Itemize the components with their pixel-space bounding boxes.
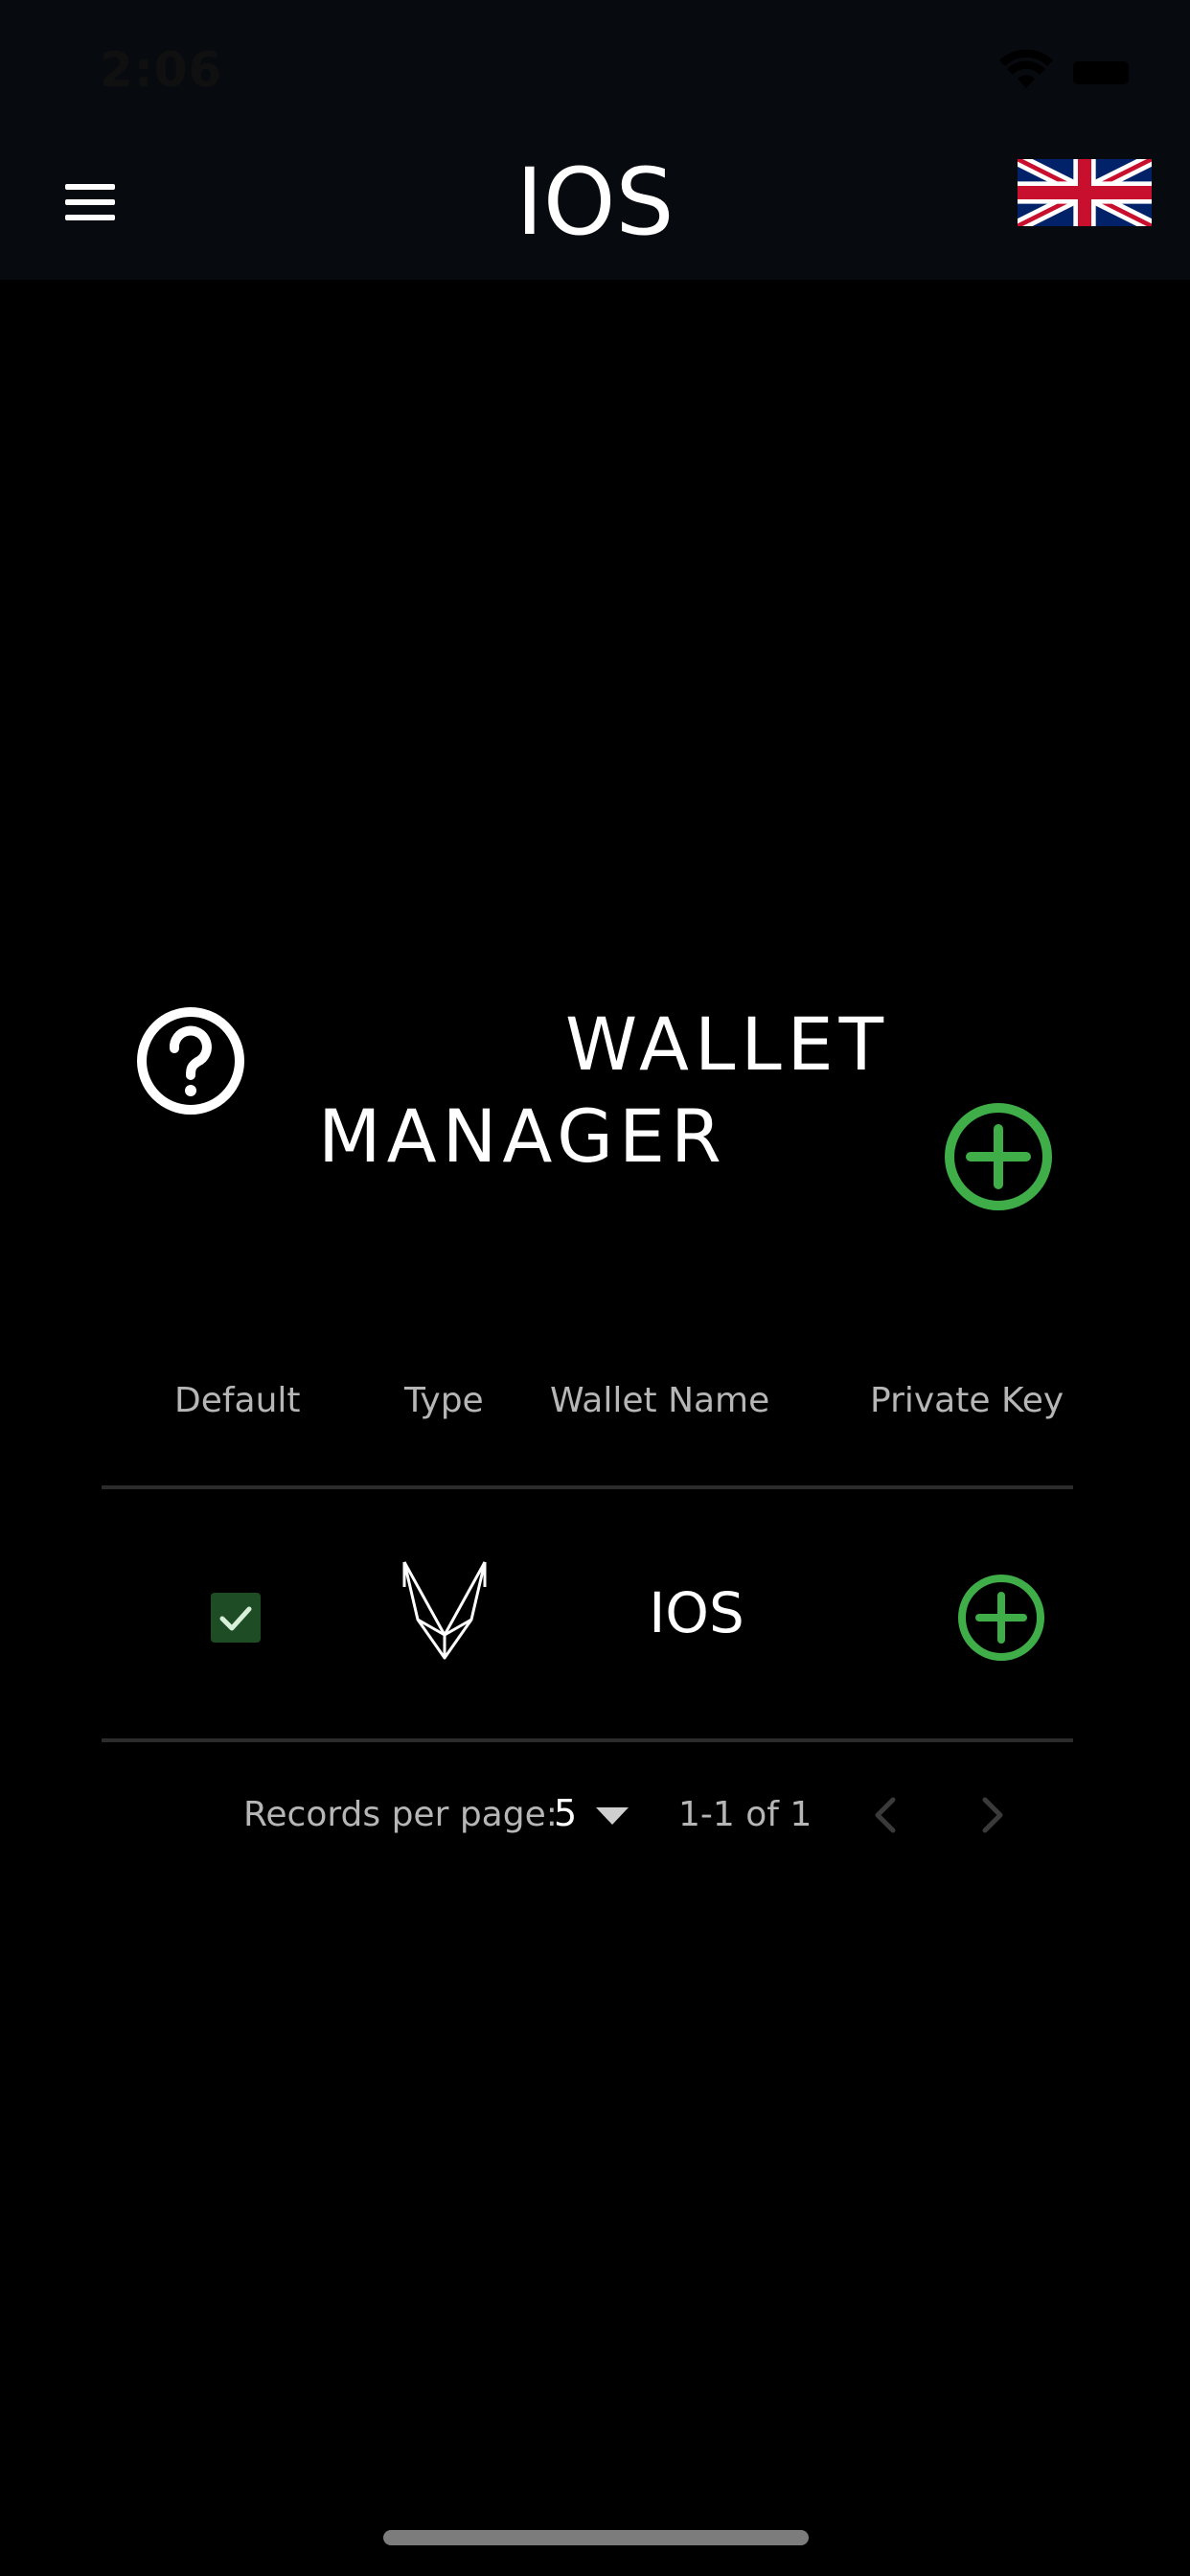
column-header-type: Type [404, 1381, 484, 1420]
wifi-icon [999, 50, 1053, 88]
chevron-left-icon[interactable] [870, 1796, 901, 1834]
table-header-divider [102, 1485, 1073, 1489]
check-icon [219, 1606, 252, 1631]
app-header: 2:06 IOS [0, 0, 1190, 280]
battery-icon [1073, 61, 1129, 84]
default-checkbox[interactable] [211, 1593, 261, 1643]
status-bar-time: 2:06 [100, 42, 223, 98]
wallet-type-logo-icon [402, 1561, 487, 1660]
table-footer-divider [102, 1738, 1073, 1742]
page-title: IOS [515, 149, 675, 256]
records-per-page-label: Records per page: [243, 1795, 558, 1834]
hamburger-menu-icon[interactable] [59, 178, 123, 226]
column-header-private-key: Private Key [870, 1381, 1064, 1420]
wallet-manager-title-line2: MANAGER [318, 1093, 727, 1179]
wallet-name-cell: IOS [649, 1580, 744, 1645]
wallet-manager-title-line1: WALLET [565, 1001, 890, 1087]
records-per-page-select[interactable]: 5 [554, 1792, 577, 1834]
pagination-range: 1-1 of 1 [678, 1795, 812, 1834]
chevron-right-icon[interactable] [977, 1796, 1008, 1834]
uk-flag-icon[interactable] [1018, 159, 1152, 226]
home-indicator [383, 2530, 809, 2545]
help-question-icon[interactable] [136, 1006, 245, 1116]
add-wallet-button[interactable] [944, 1102, 1053, 1211]
add-private-key-button[interactable] [957, 1574, 1045, 1662]
column-header-wallet-name: Wallet Name [550, 1381, 770, 1420]
column-header-default: Default [174, 1381, 301, 1420]
caret-down-icon[interactable] [596, 1807, 629, 1825]
